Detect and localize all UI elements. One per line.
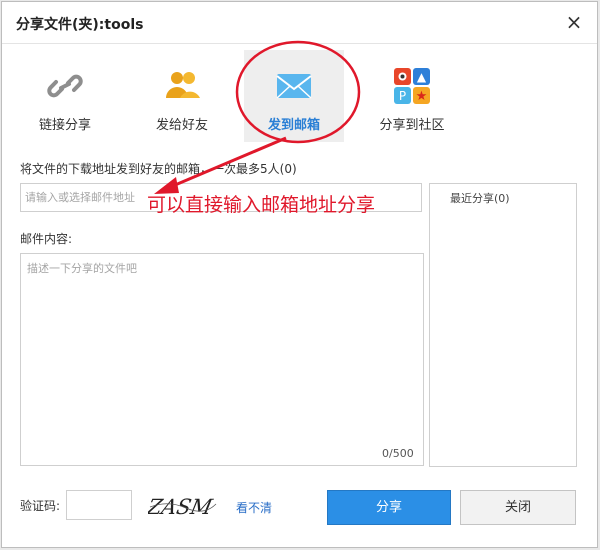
tab-link-share[interactable]: 链接分享 xyxy=(15,50,115,142)
captcha-refresh-link[interactable]: 看不清 xyxy=(236,499,272,516)
recent-share-panel: 最近分享(0) xyxy=(429,183,577,467)
community-icon: ▲ P ★ xyxy=(394,68,430,104)
annotation-text: 可以直接输入邮箱地址分享 xyxy=(147,194,376,216)
tab-share-community[interactable]: ▲ P ★ 分享到社区 xyxy=(362,50,462,142)
recipients-hint: 将文件的下载地址发到好友的邮箱，一次最多5人(0) xyxy=(20,162,297,176)
captcha-input[interactable] xyxy=(66,490,132,520)
friends-icon xyxy=(166,72,200,98)
tab-label: 链接分享 xyxy=(38,118,91,133)
svg-text:★: ★ xyxy=(416,89,428,104)
link-icon xyxy=(47,74,83,98)
svg-text:P: P xyxy=(399,89,406,103)
close-icon[interactable]: × xyxy=(563,11,585,33)
tab-send-friends[interactable]: 发给好友 xyxy=(132,50,232,142)
captcha-text: ZASM xyxy=(148,495,216,520)
close-button[interactable]: 关闭 xyxy=(460,490,576,525)
title-bar: 分享文件(夹):tools × xyxy=(2,2,597,44)
mail-icon xyxy=(276,74,312,99)
content-label: 邮件内容: xyxy=(20,232,73,246)
tab-label: 分享到社区 xyxy=(379,118,445,133)
dialog-title: 分享文件(夹):tools xyxy=(16,17,144,33)
captcha-label: 验证码: xyxy=(20,499,61,513)
content-textarea[interactable] xyxy=(20,253,424,466)
svg-text:▲: ▲ xyxy=(417,70,427,84)
tab-label: 发到邮箱 xyxy=(267,118,320,133)
share-button[interactable]: 分享 xyxy=(327,490,451,525)
recent-share-label: 最近分享(0) xyxy=(450,192,510,205)
captcha-image: ZASM xyxy=(148,495,217,520)
char-count: 0/500 xyxy=(382,447,414,460)
tab-send-email[interactable]: 发到邮箱 xyxy=(244,50,344,142)
tab-label: 发给好友 xyxy=(155,118,208,133)
